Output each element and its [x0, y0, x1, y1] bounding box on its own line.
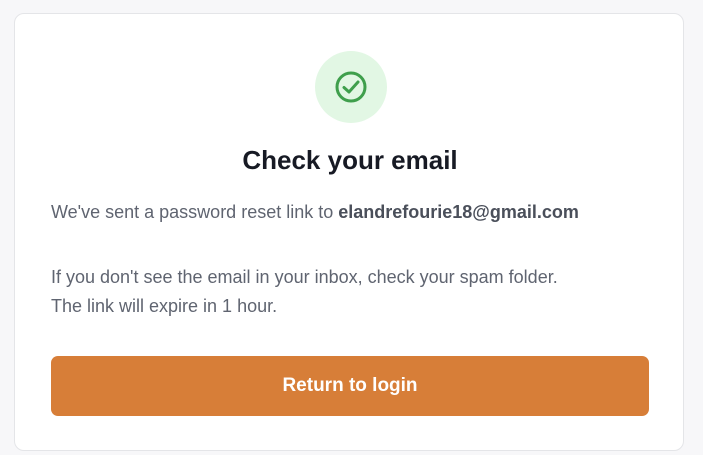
page-title: Check your email	[242, 145, 458, 175]
help-line-expiry: The link will expire in 1 hour.	[51, 296, 278, 316]
help-line-spam: If you don't see the email in your inbox…	[51, 267, 558, 287]
check-circle-icon	[335, 71, 367, 103]
reset-confirmation-card: Check your email We've sent a password r…	[14, 13, 684, 451]
success-badge	[315, 51, 387, 123]
return-to-login-button[interactable]: Return to login	[51, 356, 649, 416]
help-message: If you don't see the email in your inbox…	[51, 263, 661, 321]
sent-message: We've sent a password reset link to elan…	[51, 199, 661, 225]
email-address: elandrefourie18@gmail.com	[338, 202, 579, 222]
sent-message-text: We've sent a password reset link to	[51, 202, 339, 222]
